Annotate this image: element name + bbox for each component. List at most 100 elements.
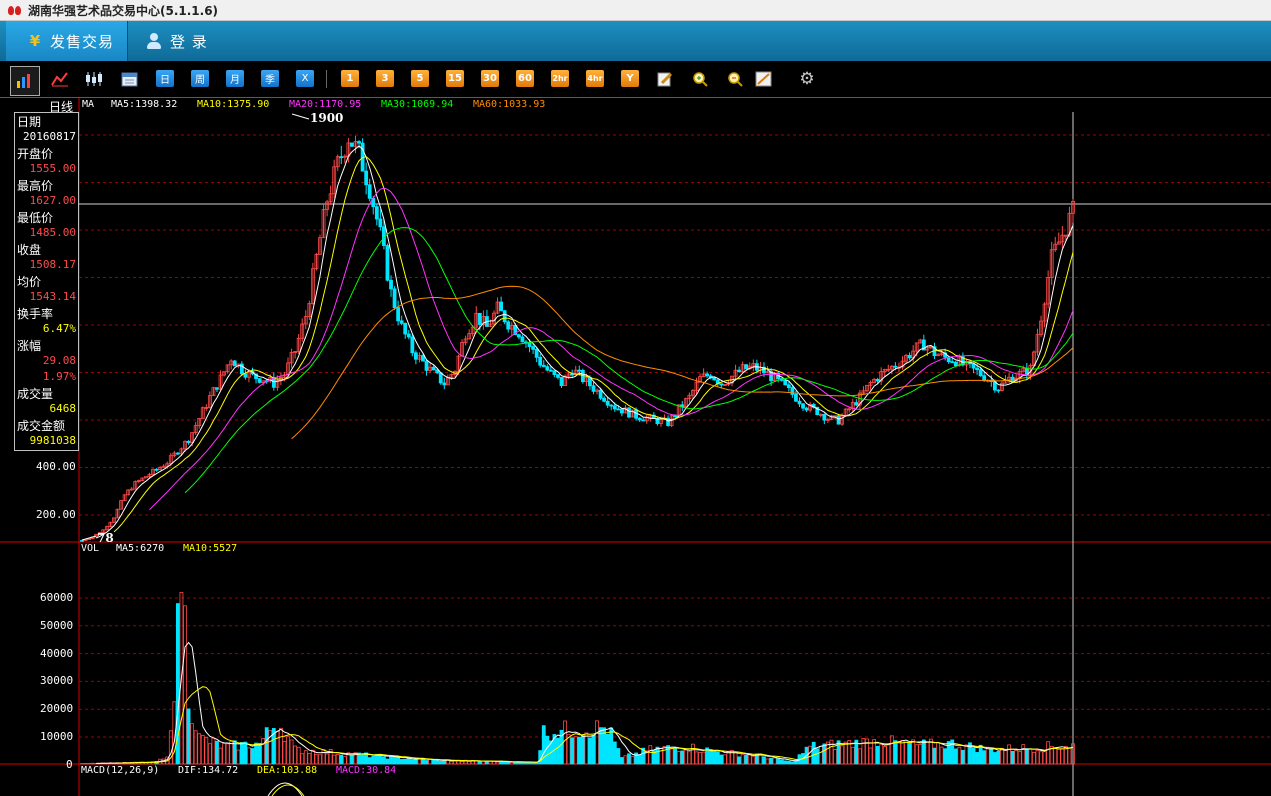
close-label: 收盘 — [17, 243, 42, 257]
volume-bar — [1024, 748, 1029, 765]
candle-body — [364, 170, 369, 186]
vol-ma10-value: MA10:5527 — [183, 543, 238, 554]
tab-issue-trade[interactable]: ¥ 发售交易 — [6, 21, 128, 61]
candle-body — [975, 367, 979, 371]
settings-gear-icon[interactable]: ⚙ — [798, 69, 816, 89]
candle-body — [80, 539, 84, 542]
volume-bar — [350, 755, 354, 765]
minute-30-button[interactable]: 30 — [481, 70, 499, 87]
candle-body — [399, 320, 404, 324]
kline-chart[interactable] — [0, 98, 1271, 796]
macd-value: MACD:30.84 — [336, 765, 397, 776]
volume-bar — [399, 759, 404, 765]
ma5-line — [95, 145, 1074, 539]
low-label: 最低价 — [17, 211, 54, 225]
volume-bar — [833, 749, 837, 765]
candle-body — [431, 366, 436, 371]
candle-body — [712, 377, 717, 381]
candle-body — [389, 279, 393, 290]
moving-average-lines — [95, 145, 1074, 539]
ma20-value: MA20:1170.95 — [289, 99, 362, 110]
candle-body — [531, 346, 536, 350]
toolbar-divider — [326, 70, 327, 88]
minute-1-button[interactable]: 1 — [341, 70, 359, 87]
volume-bar — [254, 742, 258, 765]
volume-bar — [275, 731, 280, 765]
volume-bar — [1053, 747, 1058, 765]
candle-body — [516, 334, 521, 338]
line-chart-icon[interactable] — [51, 70, 69, 87]
volume-bar — [957, 746, 962, 765]
zoom-out-icon[interactable] — [726, 70, 744, 87]
volume-bar — [921, 739, 926, 765]
period-quarter-button[interactable]: 季 — [261, 70, 279, 87]
candle-body — [538, 356, 543, 366]
peak-pointer — [291, 113, 310, 120]
candle-body — [499, 301, 504, 312]
candle-body — [801, 403, 805, 409]
turnover-label: 换手率 — [17, 307, 54, 321]
minute-3-button[interactable]: 3 — [376, 70, 394, 87]
period-x-button[interactable]: X — [296, 70, 314, 87]
volume-bar — [335, 753, 340, 765]
period-month-button[interactable]: 月 — [226, 70, 244, 87]
volume-bar — [982, 750, 987, 765]
minute-5-button[interactable]: 5 — [411, 70, 429, 87]
volume-bar — [879, 744, 884, 765]
volume-bar — [1039, 751, 1043, 765]
calendar-icon[interactable] — [120, 70, 138, 87]
volume-bar — [680, 750, 685, 765]
minute-60-button[interactable]: 60 — [516, 70, 534, 87]
volume-bar — [893, 740, 898, 765]
candle-body — [438, 372, 443, 384]
volume-bar — [577, 736, 582, 765]
candle-body — [392, 288, 397, 309]
edit-icon[interactable] — [656, 70, 674, 87]
volume-bar — [627, 753, 631, 765]
volume-bar — [591, 734, 596, 765]
volume-bar — [918, 744, 923, 765]
volume-bar — [403, 758, 408, 765]
minute-15-button[interactable]: 15 — [446, 70, 464, 87]
candle-body — [673, 415, 678, 418]
candle-body — [591, 385, 596, 392]
draw-line-icon[interactable] — [754, 70, 772, 87]
period-day-button[interactable]: 日 — [156, 70, 174, 87]
change-percent-value: 1.97% — [42, 370, 76, 383]
volume-bar — [907, 743, 912, 765]
hour-2-button[interactable]: 2hr — [551, 70, 569, 87]
volume-bar — [502, 761, 507, 765]
bar-chart-icon[interactable] — [10, 66, 40, 96]
volume-bar — [897, 741, 901, 765]
hour-4-button[interactable]: 4hr — [586, 70, 604, 87]
year-button[interactable]: Y — [621, 70, 639, 87]
close-value: 1508.17 — [29, 258, 76, 271]
volume-bar — [211, 737, 216, 765]
vol-tick-60000: 60000 — [40, 591, 74, 604]
volume-bar — [204, 737, 209, 765]
candle-body — [605, 400, 610, 406]
candle-body — [556, 374, 560, 378]
candlestick-icon[interactable] — [85, 70, 103, 87]
low-price-label: 78 — [97, 531, 114, 545]
volume-bar — [939, 746, 944, 765]
login-button[interactable]: 登 录 — [146, 21, 208, 61]
volume-bar — [1028, 748, 1033, 765]
volume-bar — [477, 760, 482, 765]
volume-label: 成交量 — [17, 387, 54, 401]
tab-issue-trade-label: 发售交易 — [50, 32, 115, 51]
zoom-in-icon[interactable] — [691, 70, 709, 87]
volume-bar — [691, 743, 695, 765]
volume-bar — [701, 751, 706, 765]
volume-bar — [573, 736, 578, 765]
period-week-button[interactable]: 周 — [191, 70, 209, 87]
volume-bar — [723, 754, 727, 765]
candle-body — [794, 394, 798, 402]
volume-bar — [992, 752, 997, 765]
volume-bar — [733, 752, 738, 765]
volume-bar — [1046, 741, 1051, 765]
volume-value: 6468 — [49, 402, 77, 415]
volume-bar — [612, 741, 617, 765]
volume-bar — [243, 741, 248, 765]
volume-bar — [563, 720, 567, 765]
